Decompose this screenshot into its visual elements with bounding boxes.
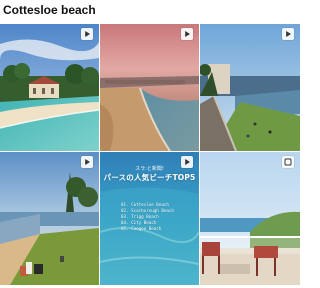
tile-3-image	[200, 24, 300, 151]
video-tile-3[interactable]	[200, 24, 300, 151]
play-icon[interactable]	[181, 28, 193, 40]
page-title: Cottesloe beach	[3, 3, 96, 17]
overlay-heading: パースの人気ビーチTOP5	[103, 173, 196, 182]
video-grid: スラ:と新聞! パースの人気ビーチTOP5 01. Cottesloe Beac…	[0, 24, 300, 288]
tile-6-image	[200, 152, 300, 285]
video-tile-1[interactable]	[0, 24, 99, 151]
video-tile-5[interactable]: スラ:と新聞! パースの人気ビーチTOP5 01. Cottesloe Beac…	[100, 152, 199, 285]
video-tile-6[interactable]	[200, 152, 300, 285]
play-icon[interactable]	[81, 156, 93, 168]
tile-1-image	[0, 24, 99, 151]
video-tile-4[interactable]	[0, 152, 99, 285]
tile-4-image	[0, 152, 99, 285]
top5-overlay: スラ:と新聞! パースの人気ビーチTOP5 01. Cottesloe Beac…	[100, 152, 199, 285]
video-tile-2[interactable]	[100, 24, 199, 151]
beach-ranking-list: 01. Cottesloe Beach 02. Scarborough Beac…	[121, 202, 181, 232]
page-header: Cottesloe beach	[0, 0, 300, 22]
play-icon[interactable]	[81, 28, 93, 40]
tile-2-image	[100, 24, 199, 151]
list-item: 05. Coogee Beach	[121, 226, 162, 232]
checkbox-icon[interactable]	[282, 156, 294, 168]
play-icon[interactable]	[181, 156, 193, 168]
play-icon[interactable]	[282, 28, 294, 40]
